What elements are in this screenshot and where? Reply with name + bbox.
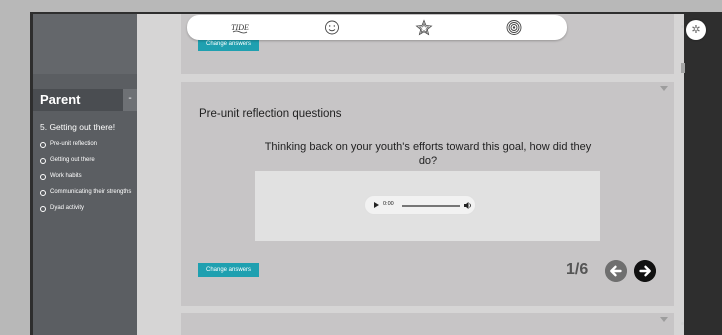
- play-icon[interactable]: [374, 202, 379, 208]
- target-icon[interactable]: [505, 19, 523, 36]
- unit-title: 5. Getting out there!: [40, 122, 116, 132]
- collapse-toggle-button[interactable]: -: [123, 89, 137, 111]
- scroll-indicator-dot: [681, 322, 684, 325]
- next-arrow-button[interactable]: [634, 260, 656, 282]
- tide-logo-icon[interactable]: TIDE: [231, 19, 249, 36]
- star-icon[interactable]: [415, 19, 433, 36]
- sidebar-item-dyad-activity[interactable]: Dyad activity: [40, 205, 135, 212]
- sidebar-item-label: Dyad activity: [50, 205, 85, 211]
- audio-player: 0:00: [364, 195, 476, 215]
- sidebar-item-communicating-strengths[interactable]: Communicating their strengths: [40, 189, 135, 196]
- circle-icon: [40, 173, 46, 180]
- sidebar-item-label: Work habits: [50, 173, 82, 179]
- circle-icon: [40, 157, 46, 164]
- smiley-face-icon[interactable]: [323, 19, 341, 36]
- sidebar-item-pre-unit-reflection[interactable]: Pre-unit reflection: [40, 141, 135, 148]
- collapse-arrow-icon[interactable]: [660, 317, 668, 322]
- top-icon-bar: TIDE: [187, 15, 567, 40]
- settings-gear-button[interactable]: ✲: [686, 20, 706, 40]
- scrollbar-thumb[interactable]: [681, 63, 685, 73]
- gear-icon: ✲: [691, 24, 701, 36]
- audio-progress-track[interactable]: [402, 205, 460, 207]
- previous-arrow-button[interactable]: [605, 260, 627, 282]
- sidebar: Parent - 5. Getting out there! Pre-unit …: [33, 14, 137, 335]
- unit-nav-list: Pre-unit reflection Getting out there Wo…: [40, 141, 135, 221]
- sidebar-item-label: Pre-unit reflection: [50, 141, 98, 147]
- section-title: Pre-unit reflection questions: [199, 108, 342, 120]
- circle-icon: [40, 141, 46, 148]
- collapse-arrow-icon[interactable]: [660, 86, 668, 91]
- sidebar-item-work-habits[interactable]: Work habits: [40, 173, 135, 180]
- sidebar-item-label: Communicating their strengths: [50, 189, 132, 195]
- circle-icon: [40, 205, 46, 212]
- question-text: Thinking back on your youth's efforts to…: [264, 141, 592, 167]
- scroll-indicator-dot: [681, 25, 684, 28]
- volume-icon[interactable]: [464, 201, 472, 210]
- sidebar-header-area: [33, 14, 137, 74]
- sidebar-role-title: Parent: [40, 92, 81, 107]
- change-answers-button[interactable]: Change answers: [198, 263, 259, 277]
- circle-icon: [40, 189, 46, 196]
- next-question-card: [181, 313, 674, 335]
- sidebar-item-label: Getting out there: [50, 157, 95, 163]
- sidebar-role-bar: Parent -: [33, 89, 137, 111]
- audio-time: 0:00: [383, 201, 394, 207]
- svg-text:TIDE: TIDE: [231, 23, 249, 32]
- page-counter: 1/6: [566, 261, 589, 278]
- sidebar-item-getting-out-there[interactable]: Getting out there: [40, 157, 135, 164]
